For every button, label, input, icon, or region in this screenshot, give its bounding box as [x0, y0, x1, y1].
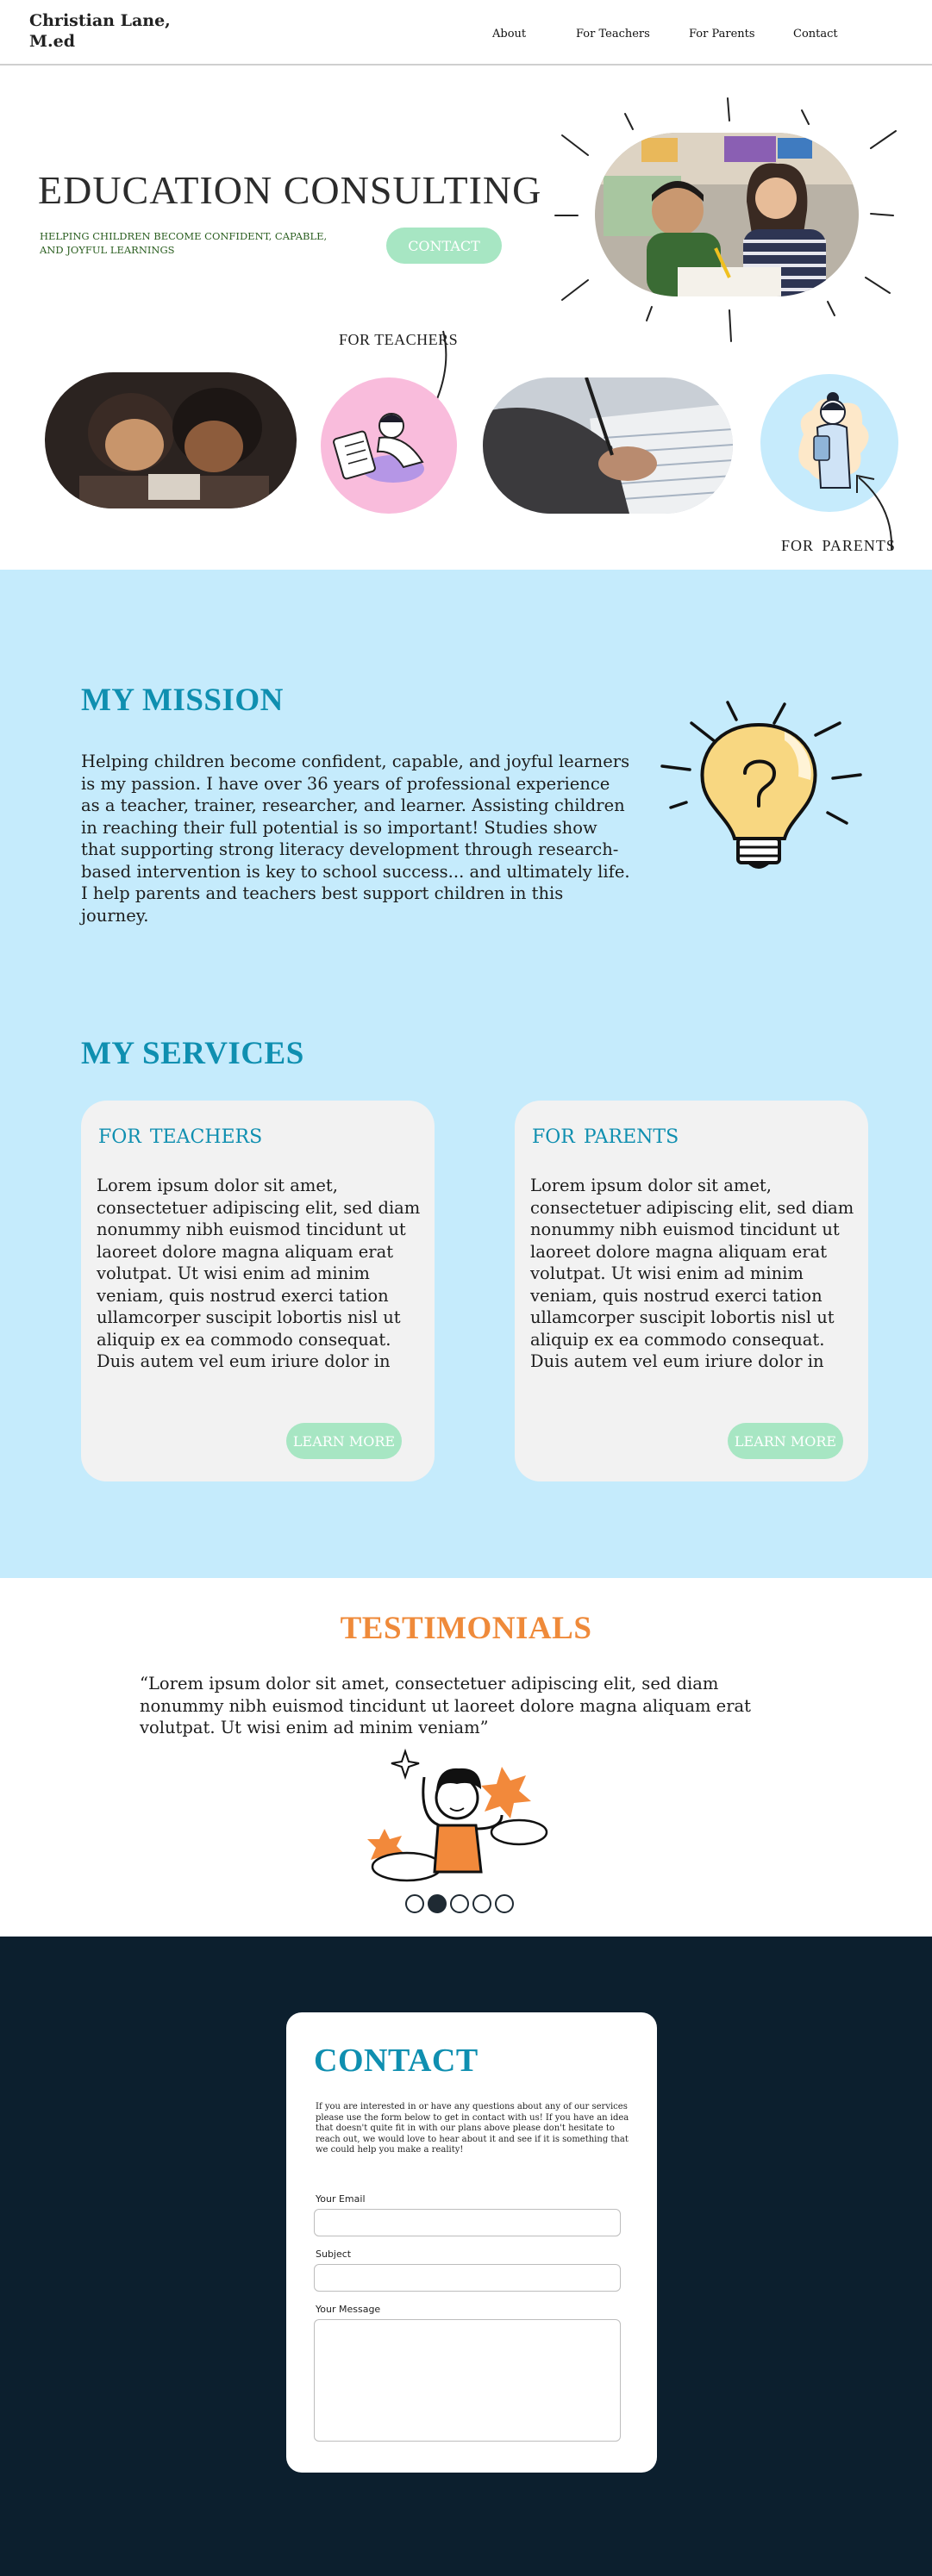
services-heading: MY SERVICES: [81, 1036, 304, 1071]
nav-for-parents[interactable]: For Parents: [689, 28, 755, 41]
photo-hand-writing: [483, 377, 733, 514]
carousel-dot-2[interactable]: [428, 1894, 447, 1913]
subject-label: Subject: [316, 2249, 352, 2260]
happy-person-illustration: [367, 1748, 548, 1882]
for-parents-label: FOR PARENTS: [781, 537, 896, 554]
hero-title: EDUCATION CONSULTING: [38, 168, 542, 212]
testimonial-quote: “Lorem ipsum dolor sit amet, consectetue…: [140, 1674, 751, 1737]
mission-services-section: MY MISSION Helping children become confi…: [0, 570, 932, 1578]
brand-name[interactable]: Christian Lane, M.ed: [29, 10, 202, 52]
learn-more-teachers-button[interactable]: LEARN MORE: [286, 1423, 402, 1459]
testimonials-heading: TESTIMONIALS: [340, 1611, 592, 1646]
learn-more-parents-button[interactable]: LEARN MORE: [728, 1423, 843, 1459]
contact-description: If you are interested in or have any que…: [316, 2102, 629, 2155]
hero-photo-tutoring: [595, 133, 859, 296]
carousel-dot-5[interactable]: [495, 1894, 514, 1913]
mission-heading: MY MISSION: [81, 683, 284, 718]
service-card-parents: FOR PARENTS Lorem ipsum dolor sit amet, …: [515, 1101, 868, 1481]
service-card-title: FOR TEACHERS: [98, 1126, 263, 1148]
service-card-title: FOR PARENTS: [532, 1126, 679, 1148]
nav-contact[interactable]: Contact: [793, 28, 838, 41]
nav-for-teachers[interactable]: For Teachers: [576, 28, 650, 41]
message-field[interactable]: [314, 2319, 621, 2442]
email-field[interactable]: [314, 2209, 621, 2236]
photo-kids-reading: [45, 372, 297, 508]
service-card-text: Lorem ipsum dolor sit amet, consectetuer…: [530, 1176, 854, 1371]
contact-form-card: CONTACT If you are interested in or have…: [286, 2012, 657, 2473]
mission-text: Helping children become confident, capab…: [81, 752, 630, 926]
message-label: Your Message: [316, 2304, 381, 2315]
carousel-dot-1[interactable]: [405, 1894, 424, 1913]
site-header: Christian Lane, M.ed About For Teachers …: [0, 0, 932, 65]
subject-field[interactable]: [314, 2264, 621, 2292]
contact-section: CONTACT If you are interested in or have…: [0, 1937, 932, 2576]
service-card-teachers: FOR TEACHERS Lorem ipsum dolor sit amet,…: [81, 1101, 435, 1481]
email-label: Your Email: [316, 2193, 366, 2205]
contact-heading: CONTACT: [314, 2043, 479, 2079]
lightbulb-icon: [660, 701, 862, 869]
service-card-text: Lorem ipsum dolor sit amet, consectetuer…: [97, 1176, 421, 1371]
carousel-dot-4[interactable]: [472, 1894, 491, 1913]
teacher-illustration-circle[interactable]: [321, 377, 457, 514]
nav-about[interactable]: About: [492, 28, 526, 41]
carousel-dot-3[interactable]: [450, 1894, 469, 1913]
hero-subtitle: HELPING CHILDREN BECOME CONFIDENT, CAPAB…: [40, 230, 328, 256]
hero-contact-button[interactable]: CONTACT: [386, 228, 502, 264]
